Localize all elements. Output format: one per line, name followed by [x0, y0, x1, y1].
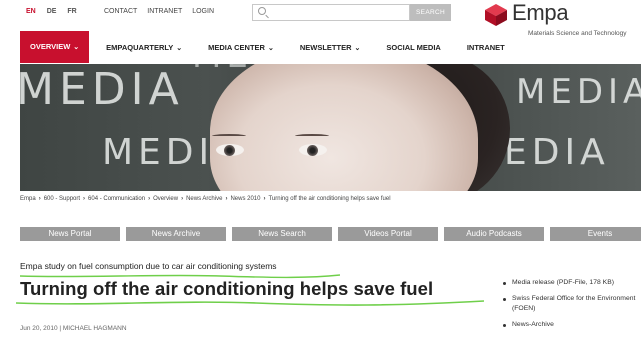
- lang-fr[interactable]: FR: [67, 8, 76, 15]
- chevron-right-icon: ›: [181, 196, 184, 202]
- tab-news-portal[interactable]: News Portal: [20, 227, 120, 241]
- chevron-down-icon: ⌄: [354, 44, 361, 52]
- breadcrumb-item[interactable]: Overview: [153, 196, 178, 202]
- hero-eyebrow: [295, 134, 329, 138]
- chevron-down-icon: ⌄: [176, 44, 183, 52]
- nav-overview[interactable]: OVERVIEW ⌄: [20, 31, 90, 63]
- hero-banner: MEDIA MEDIA ME MEDIA MEDIA: [20, 64, 641, 191]
- related-link-foen[interactable]: Swiss Federal Office for the Environment…: [502, 294, 641, 314]
- related-link-media-release[interactable]: Media release (PDF-File, 178 KB): [502, 278, 641, 288]
- hero-eye: [216, 144, 244, 156]
- hero-eye: [299, 144, 327, 156]
- logo-wordmark: Empa: [512, 0, 569, 25]
- logo-tagline: Materials Science and Technology: [528, 30, 627, 37]
- chevron-down-icon: ⌄: [267, 44, 274, 52]
- intranet-link[interactable]: INTRANET: [147, 8, 182, 15]
- chevron-right-icon: ›: [263, 196, 266, 202]
- chalk-word: MEDIA: [516, 72, 641, 112]
- breadcrumb-current: Turning off the air conditioning helps s…: [268, 196, 391, 202]
- lang-en[interactable]: EN: [26, 8, 36, 15]
- contact-link[interactable]: CONTACT: [104, 8, 137, 15]
- utility-links: CONTACT INTRANET LOGIN: [104, 8, 222, 15]
- breadcrumb-item[interactable]: 600 - Support: [44, 196, 80, 202]
- chalk-word: MEDIA: [20, 64, 184, 115]
- chevron-right-icon: ›: [225, 196, 228, 202]
- nav-newsletter[interactable]: NEWSLETTER ⌄: [300, 43, 361, 52]
- search-button[interactable]: SEARCH: [410, 4, 451, 21]
- search-field[interactable]: [252, 4, 410, 21]
- article-byline: Jun 20, 2010 | MICHAEL HAGMANN: [20, 325, 127, 332]
- nav-intranet-label: INTRANET: [466, 42, 505, 52]
- chevron-down-icon: ⌄: [73, 44, 80, 51]
- nav-media-center[interactable]: MEDIA CENTER ⌄: [208, 43, 274, 52]
- nav-intranet[interactable]: INTRANET: [467, 43, 505, 52]
- related-link-label: News-Archive: [512, 321, 554, 328]
- hero-eyebrow: [212, 134, 246, 138]
- breadcrumb-item[interactable]: 604 - Communication: [88, 196, 145, 202]
- chevron-right-icon: ›: [38, 196, 41, 202]
- related-link-label: Media release (PDF-File, 178 KB): [512, 279, 614, 286]
- nav-empaquarterly[interactable]: EMPAQUARTERLY ⌄: [106, 43, 182, 52]
- hero-face: [210, 64, 478, 191]
- breadcrumb-item[interactable]: Empa: [20, 196, 36, 202]
- lang-de[interactable]: DE: [47, 8, 57, 15]
- article-headline: Turning off the air conditioning helps s…: [20, 278, 434, 299]
- breadcrumb-item[interactable]: News 2010: [230, 196, 260, 202]
- related-link-label: (FOEN): [512, 305, 536, 312]
- search-input[interactable]: [271, 7, 403, 18]
- nav-media-center-label: MEDIA CENTER: [208, 42, 265, 52]
- nav-social-media-label: SOCIAL MEDIA: [386, 42, 441, 52]
- chevron-right-icon: ›: [83, 196, 86, 202]
- tab-audio-podcasts[interactable]: Audio Podcasts: [444, 227, 544, 241]
- related-links: Media release (PDF-File, 178 KB) Swiss F…: [502, 278, 641, 336]
- tab-news-archive[interactable]: News Archive: [126, 227, 226, 241]
- breadcrumb-item[interactable]: News Archive: [186, 196, 222, 202]
- nav-social-media[interactable]: SOCIAL MEDIA: [386, 43, 440, 52]
- nav-empaquarterly-label: EMPAQUARTERLY: [106, 42, 174, 52]
- highlight-underline: [16, 300, 484, 306]
- main-nav: OVERVIEW ⌄ EMPAQUARTERLY ⌄ MEDIA CENTER ⌄ N…: [20, 31, 531, 63]
- logo-cube-icon: [485, 4, 507, 26]
- related-link-news-archive[interactable]: News-Archive: [502, 320, 641, 330]
- nav-newsletter-label: NEWSLETTER: [299, 42, 352, 52]
- nav-overview-label: OVERVIEW: [30, 42, 71, 51]
- chevron-right-icon: ›: [148, 196, 151, 202]
- language-switcher: EN DE FR: [26, 8, 86, 15]
- related-link-label: Swiss Federal Office for the Environment: [512, 295, 636, 302]
- tab-events[interactable]: Events: [550, 227, 641, 241]
- tab-news-search[interactable]: News Search: [232, 227, 332, 241]
- tab-videos-portal[interactable]: Videos Portal: [338, 227, 438, 241]
- search-icon: [258, 7, 266, 15]
- section-tabs: News Portal News Archive News Search Vid…: [20, 227, 641, 241]
- breadcrumb: Empa › 600 - Support › 604 - Communication › O…: [20, 196, 391, 202]
- login-link[interactable]: LOGIN: [192, 8, 214, 15]
- article-kicker: Empa study on fuel consumption due to ca…: [20, 261, 277, 271]
